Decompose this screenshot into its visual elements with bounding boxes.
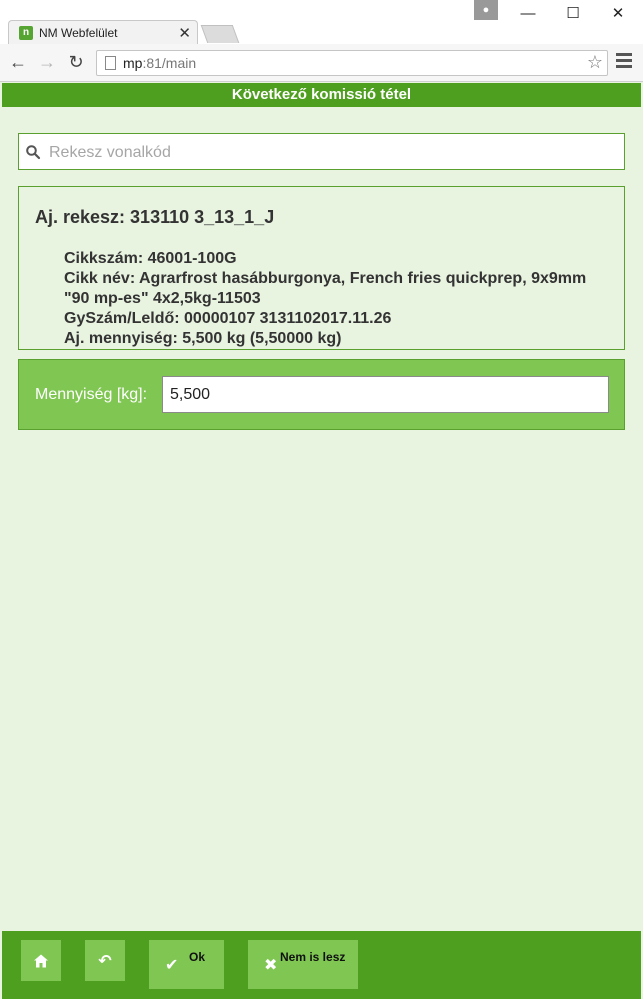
- barcode-search-input[interactable]: [47, 134, 621, 171]
- window-maximize-button[interactable]: ☐: [553, 0, 593, 28]
- home-icon: [34, 954, 48, 967]
- back-arrow-icon[interactable]: ←: [8, 52, 28, 72]
- cancel-button[interactable]: ✖ Nem is lesz: [248, 940, 358, 989]
- tab-title: NM Webfelület: [39, 26, 118, 40]
- item-suggested-quantity: Aj. mennyiség: 5,500 kg (5,50000 kg): [64, 330, 342, 347]
- page-icon: [105, 56, 116, 70]
- address-bar[interactable]: mp:81/main ☆: [96, 50, 608, 76]
- browser-toolbar: ← → ↻ mp:81/main ☆: [0, 44, 643, 82]
- ok-button-label: Ok: [189, 950, 206, 964]
- item-article-number: Cikkszám: 46001-100G: [64, 250, 237, 267]
- quantity-input[interactable]: [162, 376, 609, 413]
- forward-arrow-icon[interactable]: →: [37, 52, 57, 72]
- barcode-search-box: [18, 133, 625, 171]
- cancel-button-label: Nem is lesz: [280, 950, 346, 964]
- user-profile-icon[interactable]: ●: [474, 0, 498, 20]
- window-minimize-button[interactable]: —: [508, 0, 548, 28]
- item-batch-number: GySzám/Leldő: 00000107 3131102017.11.26: [64, 310, 392, 327]
- browser-titlebar: n NM Webfelület ✕ ● — ☐ ✕: [0, 0, 643, 45]
- item-info-panel: Aj. rekesz: 313110 3_13_1_J Cikkszám: 46…: [18, 186, 625, 350]
- new-tab-button[interactable]: [200, 25, 240, 43]
- browser-menu-icon[interactable]: [616, 53, 632, 73]
- footer-toolbar: ↶ ✔ Ok ✖ Nem is lesz: [2, 931, 641, 999]
- undo-icon: ↶: [98, 952, 112, 970]
- reload-icon[interactable]: ↻: [66, 52, 86, 72]
- x-icon: ✖: [264, 956, 278, 974]
- url-text: mp:81/main: [123, 55, 197, 71]
- quantity-label: Mennyiség [kg]:: [35, 386, 148, 403]
- browser-tab[interactable]: n NM Webfelület ✕: [8, 20, 198, 45]
- check-icon: ✔: [165, 956, 179, 974]
- tab-favicon-icon: n: [19, 26, 33, 40]
- crate-title: Aj. rekesz: 313110 3_13_1_J: [35, 207, 275, 227]
- quantity-panel: Mennyiség [kg]:: [18, 359, 625, 430]
- undo-button[interactable]: ↶: [85, 940, 125, 981]
- item-details: Cikkszám: 46001-100G Cikk név: Agrarfros…: [64, 249, 614, 349]
- item-name: Cikk név: Agrarfrost hasábburgonya, Fren…: [64, 270, 587, 287]
- item-name-continued: "90 mp-es" 4x2,5kg-11503: [64, 290, 261, 307]
- bookmark-star-icon[interactable]: ☆: [587, 52, 603, 73]
- ok-button[interactable]: ✔ Ok: [149, 940, 224, 989]
- window-close-button[interactable]: ✕: [598, 0, 638, 28]
- home-button[interactable]: [21, 940, 61, 981]
- tab-close-icon[interactable]: ✕: [178, 24, 191, 42]
- page-title: Következő komissió tétel: [2, 83, 641, 107]
- search-icon: [26, 145, 41, 160]
